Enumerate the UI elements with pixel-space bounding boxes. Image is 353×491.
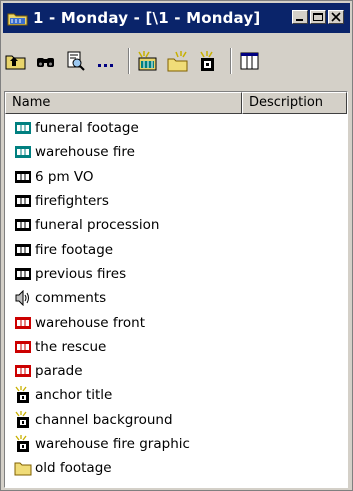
close-icon xyxy=(331,12,341,22)
close-button[interactable] xyxy=(328,10,344,24)
list-rows: funeral footage warehouse fire 6 pm VO fire… xyxy=(5,116,347,480)
view-columns-icon xyxy=(240,52,259,70)
teal-clip-icon xyxy=(14,120,32,136)
list-item-label: funeral footage xyxy=(35,120,139,137)
list-item[interactable]: old footage xyxy=(5,456,347,480)
minimize-icon xyxy=(296,19,303,21)
list-item-label: firefighters xyxy=(35,193,109,210)
title-icon xyxy=(14,410,32,428)
list-item-label: the rescue xyxy=(35,338,107,355)
list-item[interactable]: fire footage xyxy=(5,237,347,261)
red-clip-icon xyxy=(14,363,32,379)
list-item[interactable]: 6 pm VO xyxy=(5,165,347,189)
teal-clip-icon xyxy=(14,144,32,160)
list-item[interactable]: warehouse front xyxy=(5,310,347,334)
list-item[interactable]: warehouse fire graphic xyxy=(5,432,347,456)
view-columns-button[interactable] xyxy=(237,48,263,74)
list-item-label: anchor title xyxy=(35,387,113,404)
list-item[interactable]: firefighters xyxy=(5,189,347,213)
list-item-label: previous fires xyxy=(35,265,127,282)
list-item[interactable]: anchor title xyxy=(5,383,347,407)
find-icon xyxy=(37,58,54,67)
toolbar xyxy=(3,39,350,83)
list-item-label: warehouse fire graphic xyxy=(35,436,190,452)
clip-list[interactable]: Name Description funeral footage warehous… xyxy=(4,91,348,488)
list-item-label: comments xyxy=(35,290,107,307)
column-header-name[interactable]: Name xyxy=(5,92,242,114)
folder-icon xyxy=(14,460,32,476)
new-bin-button[interactable] xyxy=(135,48,161,74)
bin-folder-icon xyxy=(7,10,29,26)
find-button[interactable] xyxy=(33,48,59,74)
list-item[interactable]: funeral procession xyxy=(5,213,347,237)
preview-button[interactable] xyxy=(63,48,89,74)
black-clip-icon xyxy=(14,266,32,282)
bin-window: 1 - Monday - [\1 - Monday] Name Descript… xyxy=(0,0,353,491)
list-item[interactable]: parade xyxy=(5,359,347,383)
minimize-button[interactable] xyxy=(292,10,308,24)
black-clip-icon xyxy=(14,217,32,233)
list-item[interactable]: comments xyxy=(5,286,347,310)
list-item[interactable]: the rescue xyxy=(5,335,347,359)
new-bin-icon xyxy=(138,51,157,71)
list-header: Name Description xyxy=(5,92,347,114)
list-item-label: warehouse front xyxy=(35,314,145,331)
red-clip-icon xyxy=(14,339,32,355)
new-folder-icon xyxy=(167,51,188,72)
up-folder-button[interactable] xyxy=(3,48,29,74)
preview-icon xyxy=(67,51,85,71)
list-item-label: warehouse fire xyxy=(35,144,135,161)
list-item-label: funeral procession xyxy=(35,217,160,234)
black-clip-icon xyxy=(14,242,32,258)
list-item-label: fire footage xyxy=(35,241,114,258)
window-title: 1 - Monday - [\1 - Monday] xyxy=(33,9,261,27)
new-title-button[interactable] xyxy=(195,48,221,74)
list-item-label: old footage xyxy=(35,460,112,477)
toolbar-separator xyxy=(230,48,232,74)
title-bar[interactable]: 1 - Monday - [\1 - Monday] xyxy=(3,3,350,33)
black-clip-icon xyxy=(14,193,32,209)
new-title-icon xyxy=(200,51,214,71)
more-options-button[interactable] xyxy=(93,48,119,74)
title-icon xyxy=(14,386,32,404)
list-item[interactable]: previous fires xyxy=(5,262,347,286)
black-clip-icon xyxy=(14,169,32,185)
red-clip-icon xyxy=(14,315,32,331)
column-header-description[interactable]: Description xyxy=(242,92,347,114)
list-item[interactable]: funeral footage xyxy=(5,116,347,140)
up-folder-icon xyxy=(5,55,26,70)
toolbar-separator xyxy=(128,48,130,74)
title-icon xyxy=(14,435,32,452)
ellipsis-icon xyxy=(98,64,113,67)
list-item-label: 6 pm VO xyxy=(35,168,94,185)
list-item-label: channel background xyxy=(35,411,173,428)
speaker-icon xyxy=(14,290,32,307)
list-item[interactable]: warehouse fire xyxy=(5,140,347,164)
new-folder-button[interactable] xyxy=(165,48,191,74)
list-item[interactable]: channel background xyxy=(5,408,347,432)
list-item-label: parade xyxy=(35,363,83,380)
maximize-icon xyxy=(313,13,323,21)
maximize-button[interactable] xyxy=(310,10,326,24)
